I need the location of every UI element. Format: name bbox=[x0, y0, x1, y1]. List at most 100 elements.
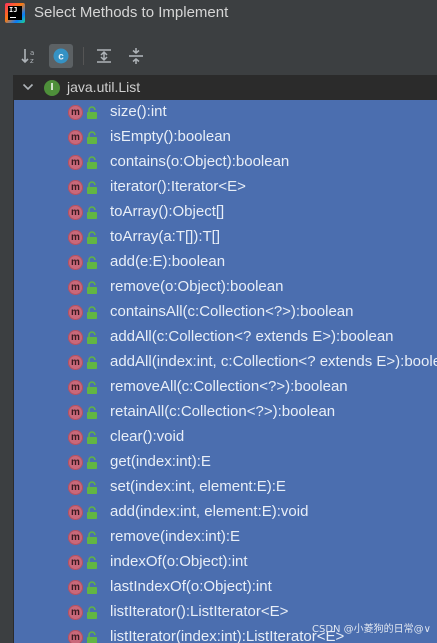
public-lock-icon bbox=[87, 631, 97, 643]
method-row[interactable]: m contains(o:Object):boolean bbox=[14, 150, 437, 175]
intellij-app-icon: IJ bbox=[5, 3, 25, 23]
method-row[interactable]: m remove(index:int):E bbox=[14, 525, 437, 550]
methods-tree[interactable]: I java.util.List m size():int m isEmpty():b… bbox=[13, 75, 437, 643]
method-row[interactable]: m toArray(a:T[]):T[] bbox=[14, 225, 437, 250]
method-label: listIterator(index:int):ListIterator<E> bbox=[110, 628, 345, 643]
svg-text:a: a bbox=[30, 49, 34, 57]
method-icon: m bbox=[68, 180, 83, 195]
method-label: add(e:E):boolean bbox=[110, 253, 226, 270]
expand-all-button[interactable] bbox=[92, 44, 116, 68]
method-row[interactable]: m iterator():Iterator<E> bbox=[14, 175, 437, 200]
method-row[interactable]: m add(e:E):boolean bbox=[14, 250, 437, 275]
method-label: size():int bbox=[110, 103, 167, 120]
public-lock-icon bbox=[87, 406, 97, 419]
public-lock-icon bbox=[87, 356, 97, 369]
method-label: remove(index:int):E bbox=[110, 528, 241, 545]
method-row[interactable]: m addAll(c:Collection<? extends E>):boole… bbox=[14, 325, 437, 350]
method-label: isEmpty():boolean bbox=[110, 128, 231, 145]
method-label: addAll(c:Collection<? extends E>):boolea… bbox=[110, 328, 394, 345]
method-row[interactable]: m isEmpty():boolean bbox=[14, 125, 437, 150]
method-icon: m bbox=[68, 605, 83, 620]
method-row[interactable]: m removeAll(c:Collection<?>):boolean bbox=[14, 375, 437, 400]
toolbar: a z c bbox=[0, 40, 437, 70]
method-label: clear():void bbox=[110, 428, 185, 445]
public-lock-icon bbox=[87, 381, 97, 394]
method-icon: m bbox=[68, 130, 83, 145]
public-lock-icon bbox=[87, 581, 97, 594]
method-row[interactable]: m indexOf(o:Object):int bbox=[14, 550, 437, 575]
class-c-icon: c bbox=[53, 48, 69, 64]
public-lock-icon bbox=[87, 206, 97, 219]
method-icon: m bbox=[68, 230, 83, 245]
method-row[interactable]: m size():int bbox=[14, 100, 437, 125]
public-lock-icon bbox=[87, 306, 97, 319]
public-lock-icon bbox=[87, 556, 97, 569]
watermark: CSDN @小菱狗的日常@∨ bbox=[311, 624, 431, 635]
public-lock-icon bbox=[87, 506, 97, 519]
public-lock-icon bbox=[87, 481, 97, 494]
public-lock-icon bbox=[87, 531, 97, 544]
public-lock-icon bbox=[87, 106, 97, 119]
interface-icon: I bbox=[44, 80, 60, 96]
svg-text:c: c bbox=[58, 52, 64, 63]
method-label: addAll(index:int, c:Collection<? extends… bbox=[110, 353, 437, 370]
chevron-down-icon[interactable] bbox=[22, 82, 34, 92]
method-icon: m bbox=[68, 205, 83, 220]
method-icon: m bbox=[68, 280, 83, 295]
method-label: removeAll(c:Collection<?>):boolean bbox=[110, 378, 348, 395]
method-label: indexOf(o:Object):int bbox=[110, 553, 248, 570]
sort-az-icon: a z bbox=[21, 49, 34, 65]
method-icon: m bbox=[68, 455, 83, 470]
method-label: listIterator():ListIterator<E> bbox=[110, 603, 289, 620]
method-icon: m bbox=[68, 355, 83, 370]
title-bar: IJ Select Methods to Implement bbox=[0, 0, 437, 28]
public-lock-icon bbox=[87, 131, 97, 144]
method-icon: m bbox=[68, 430, 83, 445]
method-row[interactable]: m clear():void bbox=[14, 425, 437, 450]
public-lock-icon bbox=[87, 231, 97, 244]
method-row[interactable]: m set(index:int, element:E):E bbox=[14, 475, 437, 500]
method-row[interactable]: m toArray():Object[] bbox=[14, 200, 437, 225]
method-label: set(index:int, element:E):E bbox=[110, 478, 286, 495]
method-row[interactable]: m get(index:int):E bbox=[14, 450, 437, 475]
method-row[interactable]: m remove(o:Object):boolean bbox=[14, 275, 437, 300]
svg-text:z: z bbox=[30, 57, 34, 65]
method-icon: m bbox=[68, 380, 83, 395]
public-lock-icon bbox=[87, 331, 97, 344]
tree-root-java-util-list[interactable]: I java.util.List bbox=[14, 75, 437, 100]
method-row[interactable]: m retainAll(c:Collection<?>):boolean bbox=[14, 400, 437, 425]
public-lock-icon bbox=[87, 606, 97, 619]
method-icon: m bbox=[68, 155, 83, 170]
method-row[interactable]: m lastIndexOf(o:Object):int bbox=[14, 575, 437, 600]
method-label: remove(o:Object):boolean bbox=[110, 278, 284, 295]
method-label: contains(o:Object):boolean bbox=[110, 153, 290, 170]
method-label: retainAll(c:Collection<?>):boolean bbox=[110, 403, 336, 420]
collapse-all-button[interactable] bbox=[124, 44, 148, 68]
show-classes-button[interactable]: c bbox=[49, 44, 73, 68]
method-list: m size():int m isEmpty():boolean m contains(o… bbox=[14, 100, 437, 643]
method-label: get(index:int):E bbox=[110, 453, 211, 470]
method-label: containsAll(c:Collection<?>):boolean bbox=[110, 303, 354, 320]
method-label: toArray():Object[] bbox=[110, 203, 225, 220]
method-icon: m bbox=[68, 330, 83, 345]
method-icon: m bbox=[68, 405, 83, 420]
toolbar-separator bbox=[83, 47, 84, 65]
method-icon: m bbox=[68, 505, 83, 520]
method-icon: m bbox=[68, 305, 83, 320]
method-row[interactable]: m addAll(index:int, c:Collection<? extend… bbox=[14, 350, 437, 375]
app-icon-text: IJ bbox=[9, 6, 18, 14]
method-label: add(index:int, element:E):void bbox=[110, 503, 309, 520]
public-lock-icon bbox=[87, 156, 97, 169]
collapse-all-icon bbox=[129, 48, 143, 64]
method-icon: m bbox=[68, 530, 83, 545]
public-lock-icon bbox=[87, 431, 97, 444]
method-icon: m bbox=[68, 255, 83, 270]
method-row[interactable]: m add(index:int, element:E):void bbox=[14, 500, 437, 525]
sort-alphabetically-button[interactable]: a z bbox=[18, 44, 42, 68]
method-label: toArray(a:T[]):T[] bbox=[110, 228, 221, 245]
method-icon: m bbox=[68, 580, 83, 595]
method-row[interactable]: m containsAll(c:Collection<?>):boolean bbox=[14, 300, 437, 325]
method-icon: m bbox=[68, 630, 83, 643]
public-lock-icon bbox=[87, 181, 97, 194]
expand-all-icon bbox=[97, 49, 111, 63]
